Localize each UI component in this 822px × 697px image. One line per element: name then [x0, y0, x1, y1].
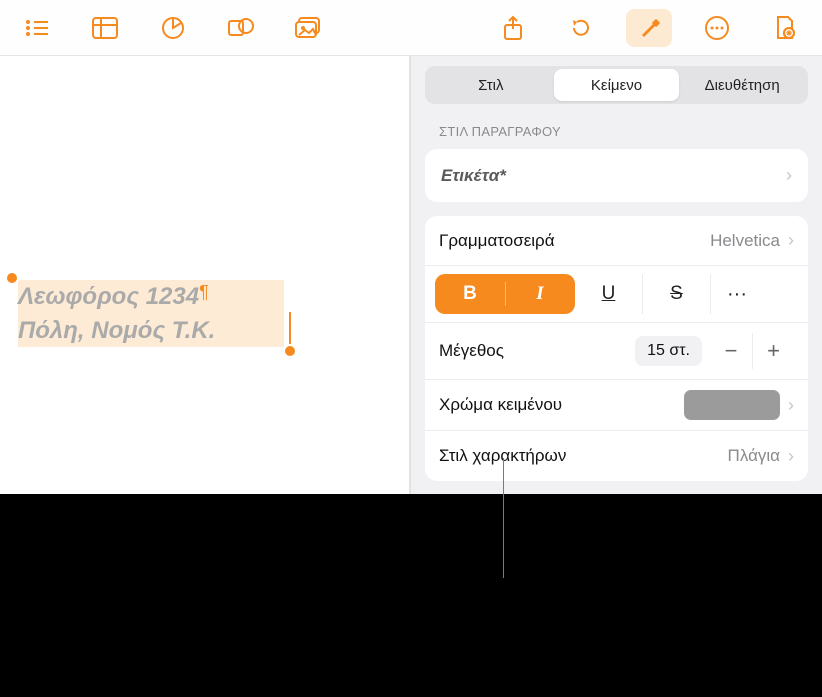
size-row: Μέγεθος 15 στ. − +	[425, 323, 808, 380]
character-style-value: Πλάγια	[728, 446, 780, 466]
chart-icon	[161, 16, 185, 40]
chevron-right-icon: ›	[786, 165, 792, 186]
selection-handle-top-left[interactable]	[5, 271, 19, 285]
undo-icon	[569, 16, 593, 40]
character-style-row[interactable]: Στιλ χαρακτήρων Πλάγια ›	[425, 431, 808, 481]
chevron-right-icon: ›	[788, 230, 794, 251]
toolbar-left	[14, 9, 332, 47]
text-content: Λεωφόρος 1234	[18, 283, 199, 310]
italic-button[interactable]: I	[505, 274, 575, 314]
bold-italic-group: B I	[435, 274, 575, 314]
shape-button[interactable]	[218, 9, 264, 47]
more-styles-button[interactable]: ···	[711, 274, 763, 314]
font-row[interactable]: Γραμματοσειρά Helvetica ›	[425, 216, 808, 266]
character-style-label: Στιλ χαρακτήρων	[439, 446, 728, 466]
size-value[interactable]: 15 στ.	[635, 336, 702, 366]
media-button[interactable]	[286, 9, 332, 47]
strikethrough-button[interactable]: S	[643, 274, 711, 314]
size-decrease-button[interactable]: −	[710, 333, 752, 369]
text-content: Πόλη, Νομός Τ.Κ.	[18, 317, 215, 344]
text-cursor	[289, 312, 291, 348]
text-color-label: Χρώμα κειμένου	[439, 395, 684, 415]
font-value: Helvetica	[710, 231, 780, 251]
selected-textbox[interactable]: Λεωφόρος 1234¶ Πόλη, Νομός Τ.Κ.	[12, 278, 290, 351]
tab-arrange[interactable]: Διευθέτηση	[679, 69, 805, 101]
tab-style[interactable]: Στιλ	[428, 69, 554, 101]
chart-button[interactable]	[150, 9, 196, 47]
table-icon	[92, 17, 118, 39]
more-icon	[704, 15, 730, 41]
selection-handle-bottom-right[interactable]	[283, 344, 297, 358]
format-inspector: Στιλ Κείμενο Διευθέτηση ΣΤΙΛ ΠΑΡΑΓΡΑΦΟΥ …	[410, 56, 822, 494]
underline-button[interactable]: U	[575, 274, 643, 314]
document-icon	[774, 15, 796, 41]
undo-button[interactable]	[558, 9, 604, 47]
app-window: Λεωφόρος 1234¶ Πόλη, Νομός Τ.Κ. Στιλ Κεί…	[0, 0, 822, 494]
size-stepper: − +	[710, 333, 794, 369]
size-increase-button[interactable]: +	[752, 333, 794, 369]
paragraph-style-value: Ετικέτα*	[441, 166, 506, 186]
toolbar-right	[490, 9, 808, 47]
size-label: Μέγεθος	[439, 341, 635, 361]
list-icon	[24, 18, 50, 38]
chevron-right-icon: ›	[788, 395, 794, 416]
paragraph-style-section-label: ΣΤΙΛ ΠΑΡΑΓΡΑΦΟΥ	[411, 118, 822, 145]
color-swatch[interactable]	[684, 390, 780, 420]
callout-line	[503, 458, 504, 578]
text-line[interactable]: Πόλη, Νομός Τ.Κ.	[18, 314, 284, 348]
list-view-button[interactable]	[14, 9, 60, 47]
table-button[interactable]	[82, 9, 128, 47]
text-properties-list: Γραμματοσειρά Helvetica › B I U S ···	[425, 216, 808, 481]
pilcrow-icon: ¶	[199, 282, 209, 302]
text-color-row[interactable]: Χρώμα κειμένου ›	[425, 380, 808, 431]
document-settings-button[interactable]	[762, 9, 808, 47]
paragraph-style-picker[interactable]: Ετικέτα* ›	[425, 149, 808, 202]
shape-icon	[228, 16, 254, 40]
toolbar	[0, 0, 822, 56]
font-label: Γραμματοσειρά	[439, 231, 710, 251]
text-style-row: B I U S ···	[425, 266, 808, 323]
share-icon	[502, 15, 524, 41]
tab-text[interactable]: Κείμενο	[554, 69, 680, 101]
inspector-tabs: Στιλ Κείμενο Διευθέτηση	[425, 66, 808, 104]
share-button[interactable]	[490, 9, 536, 47]
format-icon	[636, 15, 662, 41]
bold-button[interactable]: B	[435, 274, 505, 314]
text-line[interactable]: Λεωφόρος 1234¶	[18, 280, 284, 314]
document-canvas[interactable]: Λεωφόρος 1234¶ Πόλη, Νομός Τ.Κ.	[0, 56, 410, 494]
format-button[interactable]	[626, 9, 672, 47]
main-area: Λεωφόρος 1234¶ Πόλη, Νομός Τ.Κ. Στιλ Κεί…	[0, 56, 822, 494]
chevron-right-icon: ›	[788, 446, 794, 467]
media-icon	[295, 17, 323, 39]
more-button[interactable]	[694, 9, 740, 47]
